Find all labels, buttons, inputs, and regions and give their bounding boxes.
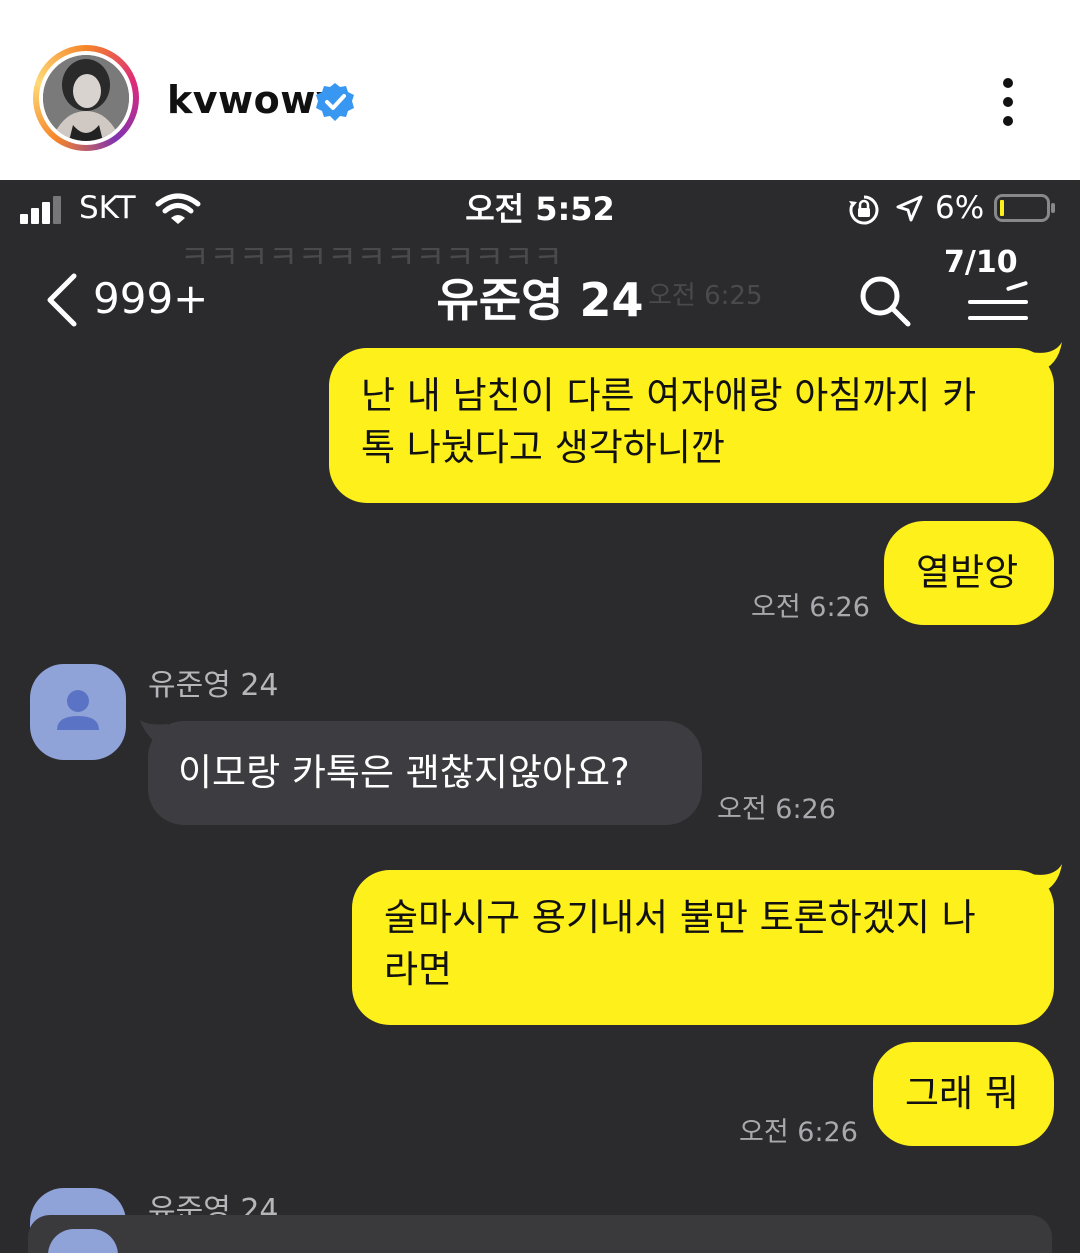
message-text: 열받앙: [916, 551, 1019, 594]
profile-avatar: [48, 1229, 118, 1253]
bubble-tail-icon: [1030, 342, 1062, 372]
message-timestamp: 오전 6:26: [717, 794, 836, 825]
my-message-bubble[interactable]: 난 내 남친이 다른 여자애랑 아침까지 카 톡 나눴다고 생각하니깐: [329, 348, 1054, 503]
my-message-bubble[interactable]: 술마시구 용기내서 불만 토론하겠지 나 라면: [352, 870, 1054, 1025]
message-text-line: 술마시구 용기내서 불만 토론하겠지 나: [384, 896, 976, 939]
my-message-bubble[interactable]: 열받앙: [884, 521, 1054, 625]
message-timestamp: 오전 6:26: [751, 592, 870, 623]
story-ring[interactable]: [33, 45, 139, 151]
page-counter: 7/10: [944, 245, 1018, 280]
message-text-line: 라면: [384, 948, 453, 991]
chat-title: 유준영 24: [436, 273, 644, 327]
message-timestamp: 오전 6:26: [739, 1117, 858, 1148]
search-icon[interactable]: [858, 274, 912, 328]
my-message-bubble[interactable]: 그래 뭐: [873, 1042, 1054, 1146]
bubble-tail-icon: [1030, 864, 1062, 894]
battery-percent: 6%: [935, 190, 985, 226]
rotation-lock-icon: [848, 194, 880, 226]
verified-badge-icon: [315, 82, 355, 122]
chat-screenshot: ㅋㅋㅋㅋㅋㅋㅋㅋㅋㅋㅋㅋㅋ 오전 6:25 SKT 오전 5:52 6% 999…: [0, 180, 1080, 1253]
message-text: 이모랑 카톡은 괜찮지않아요?: [178, 751, 630, 794]
user-silhouette-icon: [57, 690, 99, 730]
other-message-bubble[interactable]: 이모랑 카톡은 괜찮지않아요?: [148, 721, 702, 825]
chat-navbar: 999+ 유준영 24 7/10: [0, 245, 1080, 350]
hamburger-menu-icon[interactable]: [968, 280, 1030, 324]
sender-name: 유준영 24: [148, 668, 279, 703]
status-bar: SKT 오전 5:52 6%: [0, 180, 1080, 240]
message-text-line: 톡 나눴다고 생각하니깐: [361, 426, 725, 469]
post-header: kvwowv: [0, 0, 1080, 180]
message-text: 그래 뭐: [905, 1072, 1019, 1115]
location-arrow-icon: [894, 194, 924, 224]
more-vertical-icon[interactable]: [990, 72, 1026, 132]
input-bar[interactable]: [28, 1215, 1052, 1253]
message-text-line: 난 내 남친이 다른 여자애랑 아침까지 카: [361, 374, 977, 417]
profile-avatar[interactable]: [30, 664, 126, 760]
battery-icon: [994, 194, 1055, 222]
avatar[interactable]: [43, 55, 129, 141]
